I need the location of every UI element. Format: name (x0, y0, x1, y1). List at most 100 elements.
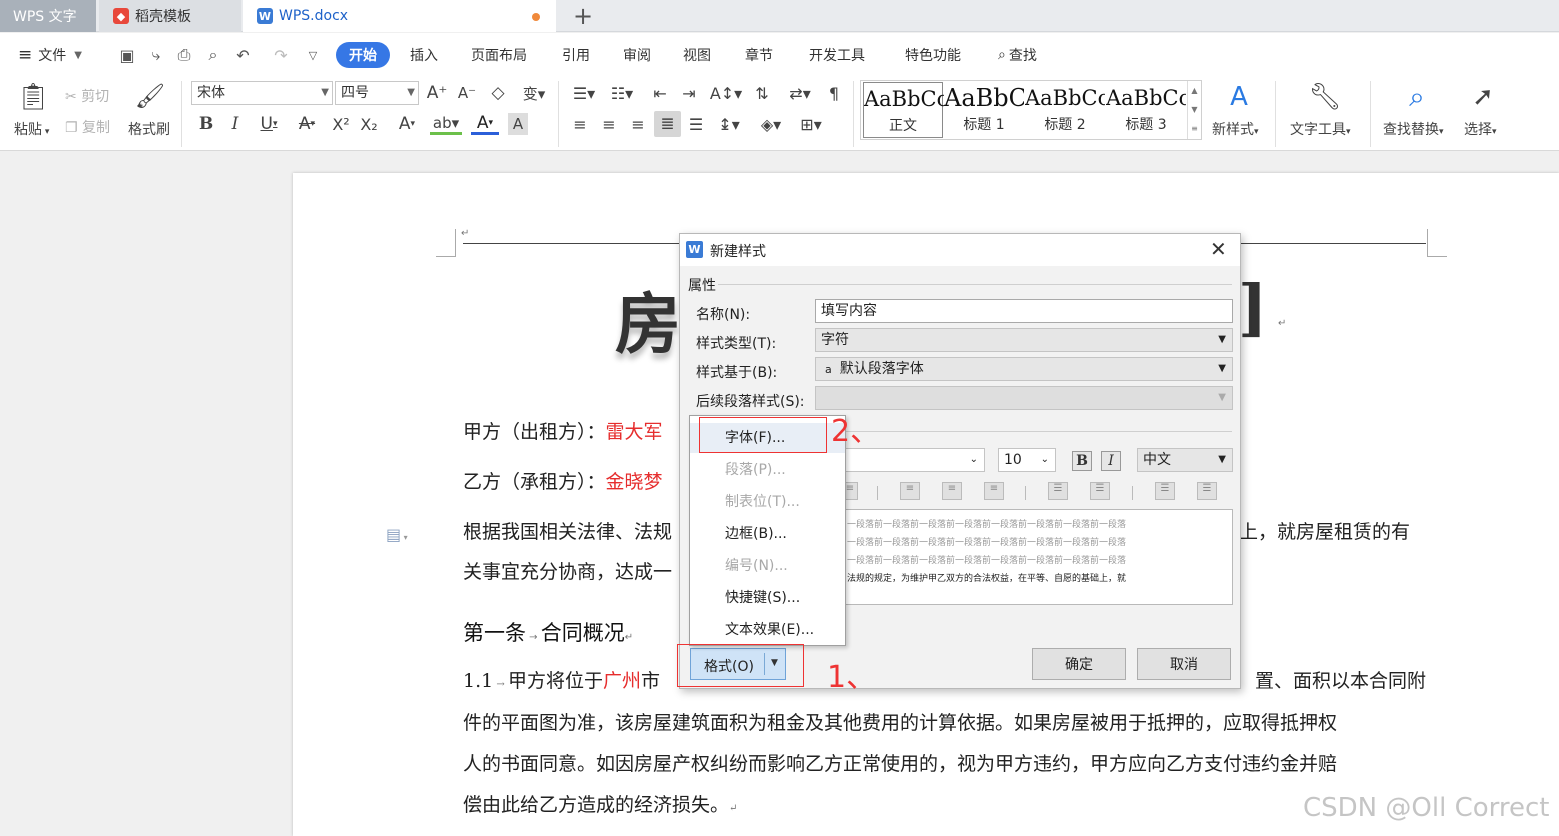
chevron-down-icon: ▼ (1218, 334, 1226, 345)
tab-special-features[interactable]: 特色功能 (905, 43, 961, 67)
find-menu[interactable]: ⌕ 查找 (998, 43, 1037, 67)
document-note-icon[interactable]: ▤ ▾ (386, 525, 408, 544)
font-size-combo[interactable]: 10 ⌄ (998, 448, 1056, 472)
align-center-icon[interactable]: ≡ (900, 482, 920, 500)
space-before-icon[interactable]: ☰ (1155, 482, 1175, 500)
font-name-combo[interactable]: ⌄ (840, 448, 985, 472)
space-after-icon[interactable]: ☰ (1197, 482, 1217, 500)
shading-icon[interactable]: ◈▾ (755, 113, 787, 135)
style-heading-3[interactable]: AaBbCc 标题 3 (1106, 82, 1186, 138)
show-marks-icon[interactable]: ¶ (823, 83, 845, 103)
menu-item-numbering[interactable]: 编号(N)... (690, 551, 845, 581)
justify-icon[interactable]: ≣ (654, 111, 681, 137)
line-spacing-icon[interactable]: ↨▾ (713, 113, 745, 135)
highlight-icon[interactable]: ab▾ (430, 113, 462, 135)
paste-icon[interactable]: 📋︎ (17, 81, 50, 113)
print-icon[interactable]: ⎙ (174, 45, 194, 65)
new-style-button[interactable]: 新样式▾ (1212, 119, 1259, 139)
undo-icon[interactable]: ↶ (233, 45, 253, 65)
print-preview-icon[interactable]: ⌕ (203, 45, 223, 65)
align-left-icon[interactable]: ≡ (569, 113, 591, 135)
tab-document[interactable]: W WPS.docx (243, 0, 556, 32)
magnifier-icon[interactable]: ⌕ (1400, 80, 1434, 113)
ok-button[interactable]: 确定 (1032, 648, 1126, 680)
menu-item-paragraph[interactable]: 段落(P)... (690, 455, 845, 485)
file-menu[interactable]: ≡ 文件 ▼ (18, 43, 82, 67)
export-icon[interactable]: ⤷ (146, 45, 166, 65)
tab-developer[interactable]: 开发工具 (809, 43, 865, 67)
text-tools-button[interactable]: 文字工具▾ (1290, 119, 1351, 139)
tab-references[interactable]: 引用 (562, 43, 590, 67)
strikethrough-icon[interactable]: A ▾ (292, 113, 322, 135)
sort-icon[interactable]: ⇅ (751, 83, 773, 103)
justify-icon[interactable]: ≡ (984, 482, 1004, 500)
bold-toggle[interactable]: B (1072, 451, 1092, 471)
new-style-icon[interactable]: A (1221, 81, 1257, 113)
line-spacing-double-icon[interactable]: ☰ (1090, 482, 1110, 500)
font-size-select[interactable]: 四号 ▼ (335, 81, 419, 105)
subscript-icon[interactable]: X₂ (359, 113, 379, 135)
tab-view[interactable]: 视图 (683, 43, 711, 67)
style-normal[interactable]: AaBbCcI 正文 (863, 82, 944, 138)
language-select[interactable]: 中文 ▼ (1137, 448, 1233, 472)
font-color-icon[interactable]: A ▾ (471, 113, 499, 135)
increase-indent-icon[interactable]: ⇥ (678, 83, 700, 103)
redo-icon[interactable]: ↷ (271, 45, 291, 65)
distributed-align-icon[interactable]: ☰ (685, 113, 707, 135)
wrench-icon[interactable]: 🔧︎ (1308, 81, 1342, 113)
align-right-icon[interactable]: ≡ (627, 113, 649, 135)
text-direction-icon[interactable]: A↕▾ (710, 83, 742, 103)
line-spacing-single-icon[interactable]: ☰ (1048, 482, 1068, 500)
decrease-indent-icon[interactable]: ⇤ (649, 83, 671, 103)
borders-icon[interactable]: ⊞▾ (795, 113, 827, 135)
menu-item-borders[interactable]: 边框(B)... (690, 519, 845, 549)
text-effect-icon[interactable]: A ▾ (392, 113, 422, 135)
copy-button[interactable]: ❐ 复制 (65, 117, 110, 137)
format-painter-icon[interactable]: 🖌︎ (135, 81, 165, 111)
menu-item-text-effects[interactable]: 文本效果(E)... (690, 615, 845, 645)
tab-review[interactable]: 审阅 (623, 43, 651, 67)
superscript-icon[interactable]: X² (331, 113, 351, 135)
format-painter-button[interactable]: 格式刷 (128, 119, 170, 139)
based-on-select[interactable]: a 默认段落字体 ▼ (815, 357, 1233, 381)
tab-daoke-templates[interactable]: ◆ 稻壳模板 (99, 0, 241, 32)
bold-icon[interactable]: B (197, 113, 215, 135)
phonetic-guide-icon[interactable]: 变▾ (519, 83, 549, 103)
tab-sections[interactable]: 章节 (745, 43, 773, 67)
numbered-list-icon[interactable]: ☷▾ (607, 83, 637, 103)
underline-icon[interactable]: U ▾ (254, 113, 284, 135)
tab-home[interactable]: 开始 (336, 42, 390, 68)
cursor-icon[interactable]: ➚ (1468, 81, 1498, 113)
cut-button[interactable]: ✂ 剪切 (65, 86, 109, 106)
cancel-button[interactable]: 取消 (1137, 648, 1231, 680)
italic-toggle[interactable]: I (1101, 451, 1121, 471)
bullet-list-icon[interactable]: ☰▾ (569, 83, 599, 103)
margin-mark (436, 229, 456, 257)
tab-page-layout[interactable]: 页面布局 (471, 43, 527, 67)
new-tab-button[interactable]: + (568, 0, 598, 32)
select-button[interactable]: 选择▾ (1464, 119, 1497, 139)
menu-item-shortcut-key[interactable]: 快捷键(S)... (690, 583, 845, 613)
customize-toolbar-icon[interactable]: ▽ (303, 45, 323, 65)
italic-icon[interactable]: I (226, 113, 244, 135)
tab-insert[interactable]: 插入 (410, 43, 438, 67)
style-name-input[interactable]: 填写内容 (815, 299, 1233, 323)
font-name-select[interactable]: 宋体 ▼ (191, 81, 333, 105)
style-gallery-scroll[interactable]: ▲ ▼ ≡ (1187, 81, 1201, 139)
paste-button[interactable]: 粘贴 ▾ (14, 119, 49, 139)
align-center-icon[interactable]: ≡ (598, 113, 620, 135)
align-right-icon[interactable]: ≡ (942, 482, 962, 500)
style-heading-1[interactable]: AaBbC 标题 1 (944, 82, 1024, 138)
style-heading-2[interactable]: AaBbCc 标题 2 (1025, 82, 1105, 138)
char-shading-icon[interactable]: A (508, 113, 528, 135)
shrink-font-icon[interactable]: A⁻ (456, 83, 478, 103)
style-type-select[interactable]: 字符 ▼ (815, 328, 1233, 352)
line-spacing-menu-icon[interactable]: ⇄▾ (784, 83, 816, 103)
menu-item-tabs[interactable]: 制表位(T)... (690, 487, 845, 517)
clear-format-icon[interactable]: ◇ (487, 83, 509, 103)
grow-font-icon[interactable]: A⁺ (426, 83, 448, 103)
find-replace-button[interactable]: 查找替换▾ (1383, 119, 1444, 139)
save-icon[interactable]: ▣ (117, 45, 137, 65)
close-icon[interactable]: ✕ (1210, 237, 1227, 261)
tab-wps-writer[interactable]: WPS 文字 (0, 0, 96, 32)
